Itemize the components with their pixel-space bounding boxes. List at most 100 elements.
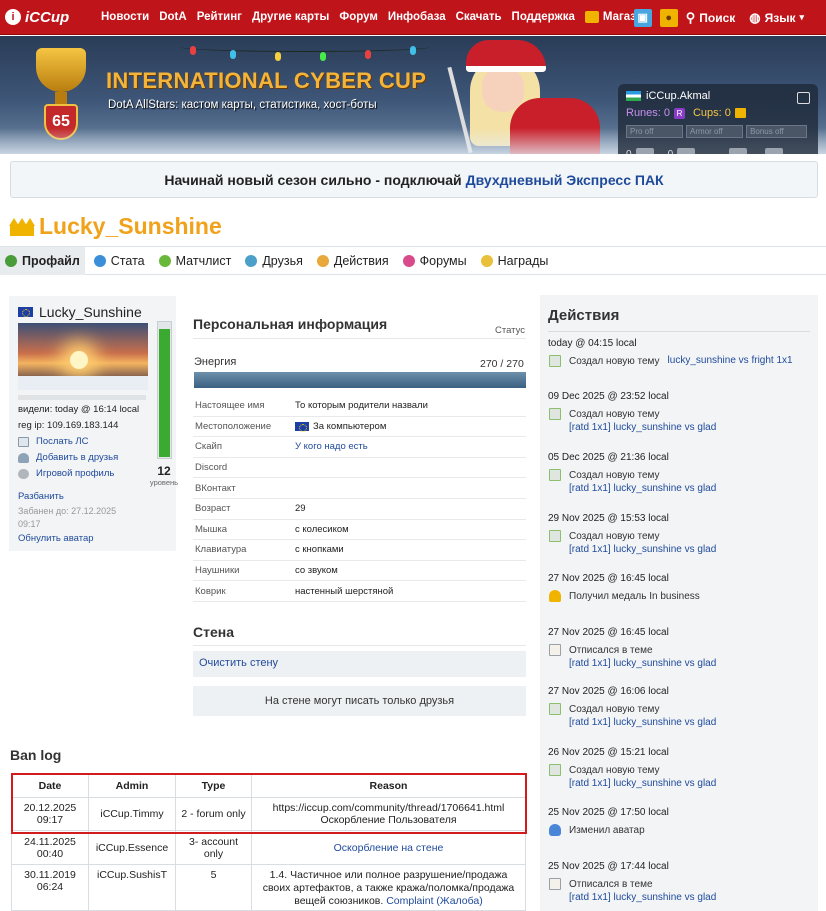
action-text: Создал новую тему (569, 531, 660, 542)
nav-right: ▣ ● ⚲ Поиск ◍ Язык ▾ (633, 0, 818, 35)
action-text: Создал новую тему (569, 470, 660, 481)
clear-wall-link[interactable]: Очистить стену (199, 657, 278, 669)
nav-download[interactable]: Скачать (456, 11, 502, 23)
runes-count: 0 (663, 107, 670, 119)
nav-other-maps[interactable]: Другие карты (252, 11, 329, 23)
uzbekistan-flag-icon (626, 91, 641, 101)
search-icon: ⚲ (685, 9, 696, 25)
skype-link[interactable]: У кого надо есть (295, 441, 368, 452)
action-date: 27 Nov 2025 @ 16:06 local (548, 686, 669, 697)
tab-friends[interactable]: Друзья (240, 247, 308, 275)
col-date: Date (11, 774, 89, 798)
shop-icon (584, 11, 599, 23)
reg-ip: reg ip: 109.169.183.144 (18, 420, 119, 431)
action-link[interactable]: [ratd 1x1] lucky_sunshine vs glad (569, 544, 716, 555)
personal-info-title: Персональная информация (193, 316, 388, 332)
action-date: 29 Nov 2025 @ 15:53 local (548, 513, 669, 524)
action-link[interactable]: lucky_sunshine vs fright 1x1 (668, 355, 793, 366)
warning-icon[interactable] (677, 148, 696, 154)
nav-infobase[interactable]: Инфобаза (388, 11, 446, 23)
tab-profile-label: Профайл (22, 253, 80, 268)
action-date: 25 Nov 2025 @ 17:50 local (548, 807, 669, 818)
field-label: Возраст (195, 503, 231, 515)
list-item: 27 Nov 2025 @ 16:45 local Отписался в те… (548, 627, 810, 670)
eu-flag-icon (18, 307, 33, 317)
wrench-icon[interactable] (729, 148, 748, 154)
eu-flag-icon (295, 421, 309, 432)
action-link[interactable]: [ratd 1x1] lucky_sunshine vs glad (569, 658, 716, 669)
friends-tab-icon (245, 254, 258, 267)
list-item: 26 Nov 2025 @ 15:21 local Создал новую т… (548, 747, 810, 790)
action-text: Создал новую тему (569, 765, 660, 776)
field-label: Местоположение (195, 420, 272, 432)
nav-news[interactable]: Новости (101, 11, 149, 23)
client-icon[interactable]: ▣ (633, 8, 652, 27)
messages-count: 0 (626, 149, 632, 154)
nav-dota[interactable]: DotA (159, 11, 186, 23)
action-link[interactable]: [ratd 1x1] lucky_sunshine vs glad (569, 892, 716, 903)
logout-icon[interactable] (797, 92, 810, 104)
level-value: 12 (157, 464, 171, 478)
complaint-link[interactable]: Complaint (Жалоба) (386, 895, 483, 907)
action-link[interactable]: [ratd 1x1] lucky_sunshine vs glad (569, 717, 716, 728)
ban-reason-link[interactable]: Оскорбление на стене (334, 842, 444, 854)
nav-support[interactable]: Поддержка (512, 11, 575, 23)
profile-icon[interactable]: ● (659, 8, 678, 27)
level-label: уровень (149, 478, 179, 487)
account-username[interactable]: iCCup.Akmal (646, 90, 710, 102)
tab-awards[interactable]: Награды (476, 247, 554, 275)
promo-link[interactable]: Двухдневный Экспресс ПАК (466, 172, 664, 188)
tab-friends-label: Друзья (262, 253, 303, 268)
send-pm-link[interactable]: Послать ЛС (18, 436, 89, 447)
tab-matchlist[interactable]: Матчлист (154, 247, 237, 275)
game-profile-label: Игровой профиль (36, 468, 115, 479)
search-button[interactable]: ⚲ Поиск (686, 10, 736, 26)
field-value: настенный шерстяной (295, 585, 394, 597)
mail-icon[interactable] (635, 148, 654, 154)
nav-forum[interactable]: Форум (339, 11, 377, 23)
field-label: Скайп (195, 441, 222, 453)
language-button[interactable]: ◍ Язык ▾ (749, 10, 804, 26)
tab-awards-label: Награды (497, 253, 549, 268)
ban-admin: iCCup.SushisT (88, 864, 176, 911)
globe-icon: ◍ (749, 9, 761, 25)
action-link[interactable]: [ratd 1x1] lucky_sunshine vs glad (569, 483, 716, 494)
reset-avatar-link[interactable]: Обнулить аватар (18, 533, 94, 544)
unban-link[interactable]: Разбанить (18, 491, 64, 502)
game-profile-link[interactable]: Игровой профиль (18, 468, 114, 479)
avatar (18, 323, 148, 390)
tab-actions[interactable]: Действия (312, 247, 394, 275)
col-reason: Reason (251, 774, 526, 798)
site-logo[interactable]: i iCCup (5, 9, 95, 26)
bonus-status[interactable]: Bonus off (746, 125, 808, 138)
list-item: 25 Nov 2025 @ 17:44 local Отписался в те… (548, 861, 810, 904)
action-date: 25 Nov 2025 @ 17:44 local (548, 861, 669, 872)
table-row: 30.11.2019 06:24 iCCup.SushisT 5 1.4. Ча… (11, 864, 526, 911)
tab-stats[interactable]: Стата (89, 247, 150, 275)
user-silhouette-icon[interactable] (765, 148, 784, 154)
runes-label: Runes: (626, 107, 661, 119)
ban-log-table: Date Admin Type Reason 20.12.2025 09:17 … (11, 774, 526, 911)
tab-profile[interactable]: Профайл (0, 246, 85, 275)
action-text: Изменил аватар (569, 825, 645, 836)
action-text: Создал новую тему (569, 704, 660, 715)
christmas-lights (180, 42, 430, 61)
profile-header: Lucky_Sunshine (9, 213, 222, 240)
add-friend-link[interactable]: Добавить в друзья (18, 452, 118, 463)
nav-rating[interactable]: Рейтинг (197, 11, 242, 23)
cups-label: Cups: (692, 107, 722, 119)
ban-type: 2 - forum only (175, 797, 252, 831)
action-date: 05 Dec 2025 @ 21:36 local (548, 452, 669, 463)
armor-status[interactable]: Armor off (686, 125, 744, 138)
action-link[interactable]: [ratd 1x1] lucky_sunshine vs glad (569, 778, 716, 789)
ban-log-header: Date Admin Type Reason (11, 774, 526, 798)
action-link[interactable]: [ratd 1x1] lucky_sunshine vs glad (569, 422, 716, 433)
new-topic-icon (549, 764, 561, 776)
search-label: Поиск (699, 10, 736, 25)
tab-forums[interactable]: Форумы (398, 247, 472, 275)
avatar-change-icon (549, 824, 561, 836)
new-topic-icon (549, 703, 561, 715)
field-label: Discord (195, 462, 228, 474)
energy-value: 270 / 270 (480, 358, 524, 370)
pro-status[interactable]: Pro off (626, 125, 684, 138)
